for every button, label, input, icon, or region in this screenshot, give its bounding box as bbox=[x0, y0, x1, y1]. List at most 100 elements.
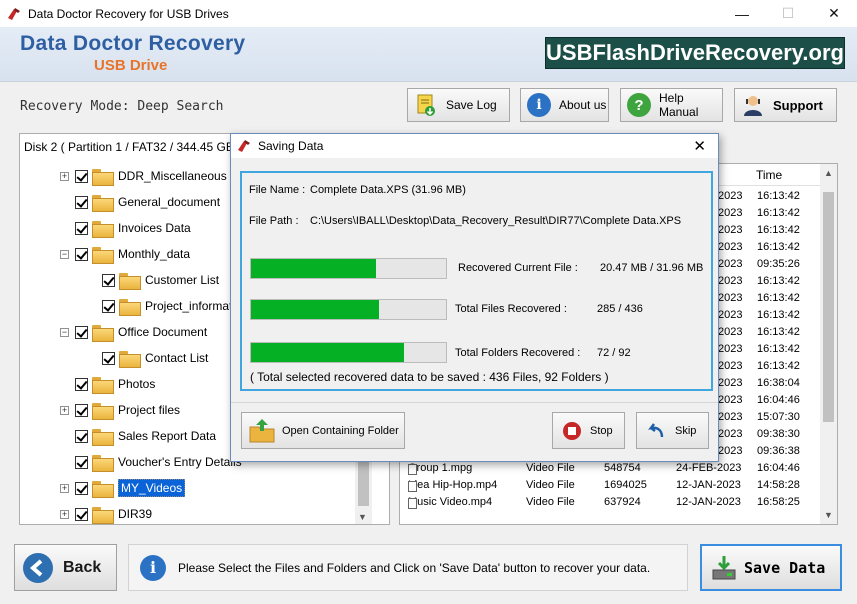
cell-date: 2023 bbox=[718, 377, 743, 389]
save-data-button[interactable]: Save Data bbox=[700, 544, 842, 591]
tree-item-label: General_document bbox=[118, 195, 221, 209]
tree-item[interactable]: − Monthly_data bbox=[60, 241, 190, 267]
scroll-up-icon[interactable]: ▲ bbox=[824, 168, 833, 178]
cell-time: 16:13:42 bbox=[757, 343, 800, 355]
tree-expander[interactable]: + bbox=[60, 405, 69, 415]
cell-time: 16:13:42 bbox=[757, 241, 800, 253]
tree-item[interactable]: − Office Document bbox=[60, 319, 207, 345]
file-list-scrollbar[interactable]: ▲ ▼ bbox=[820, 164, 837, 524]
tree-item[interactable]: Photos bbox=[60, 371, 155, 397]
tree-item-label: Project files bbox=[118, 403, 181, 417]
files-recovered-value: 285 / 436 bbox=[597, 303, 643, 315]
tree-expander[interactable]: + bbox=[60, 483, 69, 493]
files-progress-bar bbox=[250, 299, 447, 320]
column-header-time[interactable]: Time bbox=[756, 168, 782, 182]
tree-checkbox[interactable] bbox=[75, 325, 88, 339]
skip-button[interactable]: Skip bbox=[636, 412, 709, 449]
tree-item[interactable]: + DDR_Miscellaneous bbox=[60, 163, 227, 189]
tree-item-label: Photos bbox=[118, 377, 156, 391]
tree-expander[interactable]: − bbox=[60, 249, 69, 259]
cell-date: 2023 bbox=[718, 309, 743, 321]
tree-checkbox[interactable] bbox=[75, 195, 88, 209]
scroll-down-icon[interactable]: ▼ bbox=[824, 510, 833, 520]
help-manual-button[interactable]: ? Help Manual bbox=[620, 88, 723, 122]
tree-checkbox[interactable] bbox=[75, 377, 88, 391]
tree-item[interactable]: Contact List bbox=[87, 345, 208, 371]
tree-checkbox[interactable] bbox=[102, 299, 115, 313]
info-icon: i bbox=[527, 93, 551, 117]
cell-date: 2023 bbox=[718, 241, 743, 253]
tree-checkbox[interactable] bbox=[75, 507, 88, 521]
tree-checkbox[interactable] bbox=[75, 169, 88, 183]
cell-date: 24-FEB-2023 bbox=[676, 462, 742, 474]
tree-item-label: Office Document bbox=[118, 325, 208, 339]
tree-item[interactable]: + DIR39 bbox=[60, 501, 152, 524]
file-name-text: Music Video.mp4 bbox=[408, 496, 493, 508]
tree-expander[interactable]: − bbox=[60, 327, 69, 337]
tree-checkbox[interactable] bbox=[75, 221, 88, 235]
dialog-close-button[interactable]: ✕ bbox=[693, 137, 706, 155]
folder-icon bbox=[92, 376, 114, 394]
cell-date: 12-JAN-2023 bbox=[676, 479, 741, 491]
back-button[interactable]: Back bbox=[14, 544, 117, 591]
table-row[interactable]: Group 1.mpg Video File 548754 24-FEB-2023 16… bbox=[400, 460, 820, 477]
support-button[interactable]: Support bbox=[734, 88, 837, 122]
tree-checkbox[interactable] bbox=[102, 351, 115, 365]
folder-icon bbox=[92, 428, 114, 446]
cell-time: 16:13:42 bbox=[757, 360, 800, 372]
cell-size: 1694025 bbox=[604, 479, 647, 491]
cell-time: 16:13:42 bbox=[757, 224, 800, 236]
folder-icon bbox=[119, 272, 141, 290]
folder-icon bbox=[92, 506, 114, 524]
tree-expander[interactable]: + bbox=[60, 171, 69, 181]
tree-item[interactable]: + MY_Videos bbox=[60, 475, 186, 501]
tree-checkbox[interactable] bbox=[102, 273, 115, 287]
file-name-label: File Name : bbox=[249, 184, 306, 196]
cell-time: 16:13:42 bbox=[757, 326, 800, 338]
tree-item[interactable]: Project_informati bbox=[87, 293, 235, 319]
tree-item[interactable]: Voucher's Entry Details bbox=[60, 449, 242, 475]
scroll-down-icon[interactable]: ▼ bbox=[358, 512, 367, 522]
minimize-button[interactable]: — bbox=[719, 0, 765, 27]
cell-date: 2023 bbox=[718, 394, 743, 406]
instruction-text: Please Select the Files and Folders and … bbox=[178, 560, 651, 575]
tree-item[interactable]: Invoices Data bbox=[60, 215, 191, 241]
website-badge[interactable]: USBFlashDriveRecovery.org bbox=[545, 37, 845, 69]
maximize-button[interactable]: ☐ bbox=[765, 0, 811, 27]
folders-recovered-label: Total Folders Recovered : bbox=[455, 347, 581, 359]
tree-item-label: Customer List bbox=[145, 273, 220, 287]
tree-item[interactable]: Sales Report Data bbox=[60, 423, 216, 449]
cell-time: 16:13:42 bbox=[757, 190, 800, 202]
tree-checkbox[interactable] bbox=[75, 429, 88, 443]
tree-checkbox[interactable] bbox=[75, 481, 88, 495]
cell-time: 16:04:46 bbox=[757, 394, 800, 406]
open-containing-folder-button[interactable]: Open Containing Folder bbox=[241, 412, 405, 449]
tree-item-label: Monthly_data bbox=[118, 247, 191, 261]
open-folder-icon bbox=[249, 418, 275, 442]
tree-checkbox[interactable] bbox=[75, 247, 88, 261]
scroll-thumb[interactable] bbox=[823, 192, 834, 422]
close-window-button[interactable]: ✕ bbox=[811, 0, 857, 27]
folder-icon bbox=[92, 194, 114, 212]
about-us-button[interactable]: i About us bbox=[520, 88, 609, 122]
cell-time: 14:58:28 bbox=[757, 479, 800, 491]
cell-type: Video File bbox=[526, 479, 575, 491]
tree-expander[interactable]: + bbox=[60, 509, 69, 519]
table-row[interactable]: Idea Hip-Hop.mp4 Video File 1694025 12-JAN-… bbox=[400, 477, 820, 494]
cell-date: 2023 bbox=[718, 445, 743, 457]
folders-recovered-value: 72 / 92 bbox=[597, 347, 631, 359]
table-row[interactable]: Music Video.mp4 Video File 637924 12-JAN-20… bbox=[400, 494, 820, 511]
tree-item-label: Invoices Data bbox=[118, 221, 191, 235]
tree-item[interactable]: Customer List bbox=[87, 267, 219, 293]
app-icon bbox=[6, 6, 22, 22]
stop-icon bbox=[563, 421, 581, 440]
cell-time: 16:13:42 bbox=[757, 275, 800, 287]
tree-checkbox[interactable] bbox=[75, 455, 88, 469]
save-log-button[interactable]: Save Log bbox=[407, 88, 510, 122]
tree-checkbox[interactable] bbox=[75, 403, 88, 417]
cell-time: 09:36:38 bbox=[757, 445, 800, 457]
stop-button[interactable]: Stop bbox=[552, 412, 625, 449]
tree-item[interactable]: General_document bbox=[60, 189, 220, 215]
tree-item[interactable]: + Project files bbox=[60, 397, 180, 423]
cell-date: 12-JAN-2023 bbox=[676, 496, 741, 508]
